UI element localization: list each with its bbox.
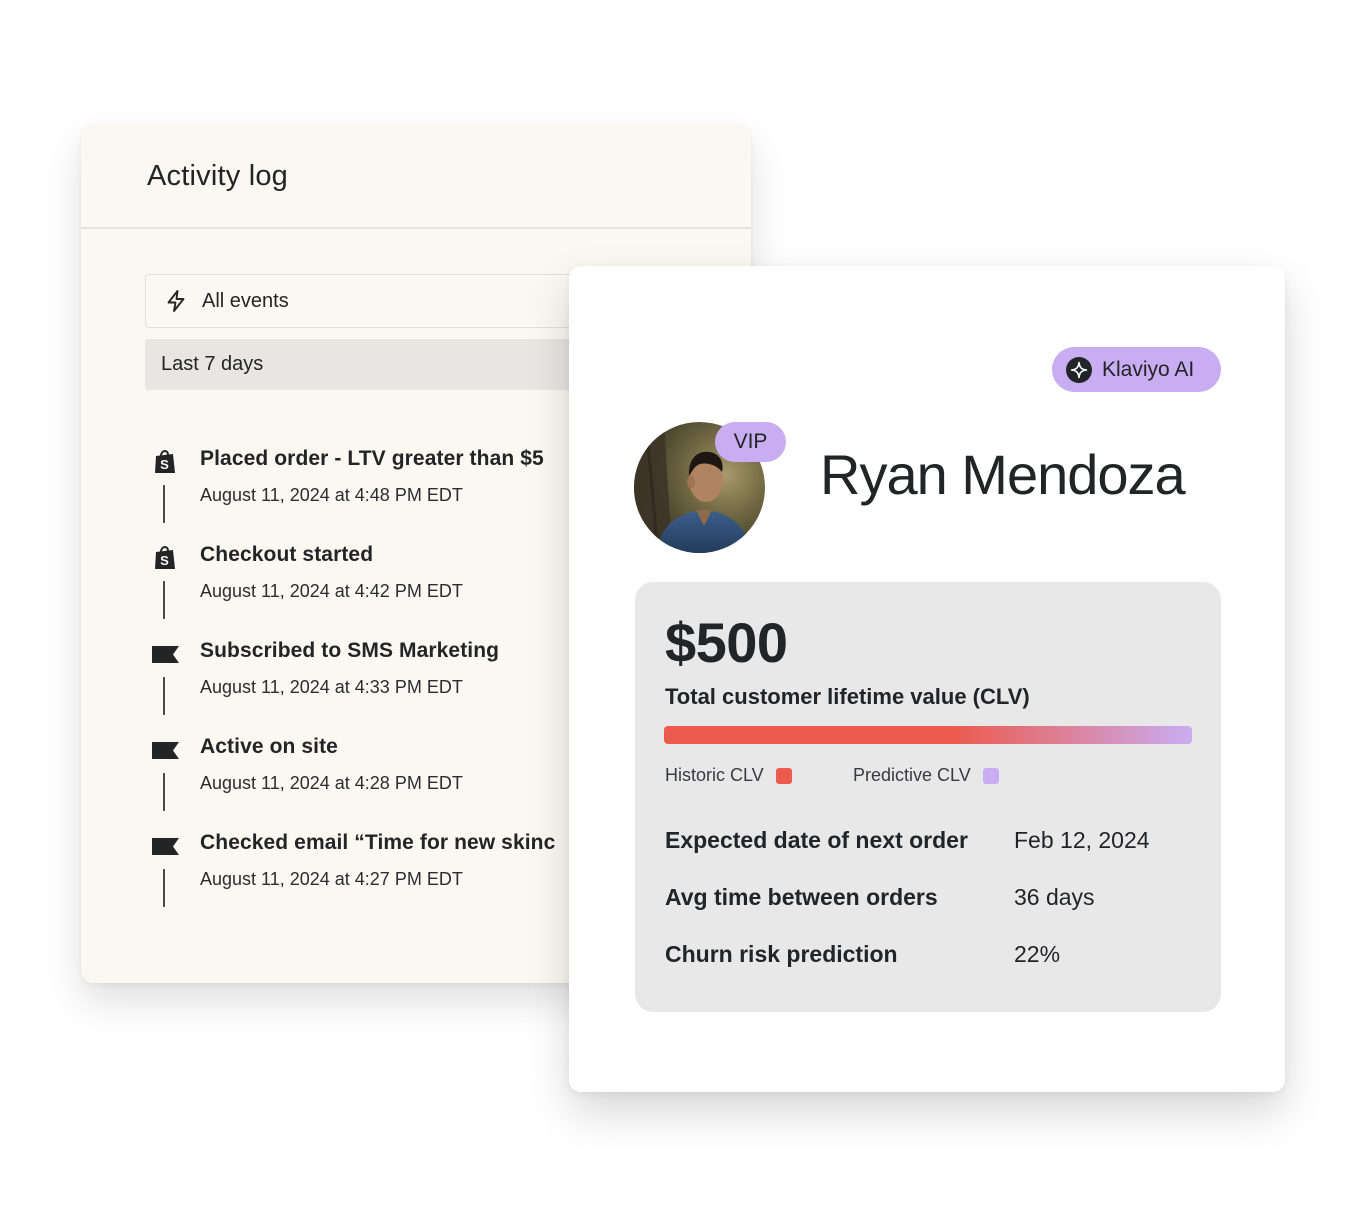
legend-predictive-label: Predictive CLV <box>853 765 971 785</box>
clv-amount: $500 <box>665 611 788 674</box>
event-filter-label: All events <box>202 289 289 312</box>
event-title: Checked email “Time for new skinc <box>200 831 556 854</box>
legend-historic-swatch <box>775 767 792 784</box>
legend-predictive: Predictive CLV <box>853 765 999 786</box>
shopify-bag-icon: S <box>155 546 175 569</box>
event-title: Active on site <box>200 735 338 758</box>
profile-name: Ryan Mendoza <box>820 443 1186 506</box>
klaviyo-ai-label: Klaviyo AI <box>1102 357 1195 381</box>
svg-text:S: S <box>160 553 169 568</box>
profile-card: Klaviyo AI VIP Ryan Mendoza $500 Total c… <box>569 266 1285 1092</box>
timeline-connector <box>163 773 165 811</box>
klaviyo-ai-badge[interactable]: Klaviyo AI <box>1052 347 1221 392</box>
sparkle-icon <box>1066 356 1092 383</box>
stat-key: Churn risk prediction <box>665 941 898 967</box>
activity-log-header: Activity log <box>81 125 751 229</box>
event-title: Placed order - LTV greater than $5 <box>200 447 544 470</box>
event-timestamp: August 11, 2024 at 4:28 PM EDT <box>200 773 463 793</box>
legend-historic-label: Historic CLV <box>665 765 764 785</box>
flag-icon <box>152 646 179 663</box>
event-timestamp: August 11, 2024 at 4:33 PM EDT <box>200 677 463 697</box>
timeline-connector <box>163 581 165 619</box>
stat-row-next-order: Expected date of next order Feb 12, 2024 <box>665 827 1205 857</box>
event-title: Checkout started <box>200 543 374 566</box>
lightning-bolt-icon <box>167 290 185 312</box>
event-timestamp: August 11, 2024 at 4:27 PM EDT <box>200 869 463 889</box>
stat-value: 22% <box>1014 941 1061 967</box>
stat-row-avg-time: Avg time between orders 36 days <box>665 884 1205 914</box>
stat-key: Avg time between orders <box>665 884 938 910</box>
vip-badge: VIP <box>715 422 786 462</box>
event-title: Subscribed to SMS Marketing <box>200 639 500 662</box>
activity-log-title: Activity log <box>147 159 288 192</box>
stage: Activity log All events Last 7 days S Pl… <box>0 0 1366 1218</box>
stat-value: 36 days <box>1014 884 1095 910</box>
flag-icon <box>152 742 179 759</box>
timeline-connector <box>163 485 165 523</box>
event-timestamp: August 11, 2024 at 4:42 PM EDT <box>200 581 463 601</box>
date-range-label: Last 7 days <box>161 353 264 375</box>
clv-panel: $500 Total customer lifetime value (CLV)… <box>635 582 1221 1012</box>
event-timestamp: August 11, 2024 at 4:48 PM EDT <box>200 485 463 505</box>
clv-label: Total customer lifetime value (CLV) <box>665 684 1030 709</box>
stat-value: Feb 12, 2024 <box>1014 827 1150 853</box>
legend-historic: Historic CLV <box>665 765 792 786</box>
flag-icon <box>152 838 179 855</box>
shopify-bag-icon: S <box>155 450 175 473</box>
timeline-connector <box>163 677 165 715</box>
clv-gradient-bar <box>664 726 1192 744</box>
legend-predictive-swatch <box>982 767 999 784</box>
stat-key: Expected date of next order <box>665 827 968 853</box>
svg-text:S: S <box>160 457 169 472</box>
timeline-connector <box>163 869 165 907</box>
stat-row-churn-risk: Churn risk prediction 22% <box>665 941 1205 971</box>
